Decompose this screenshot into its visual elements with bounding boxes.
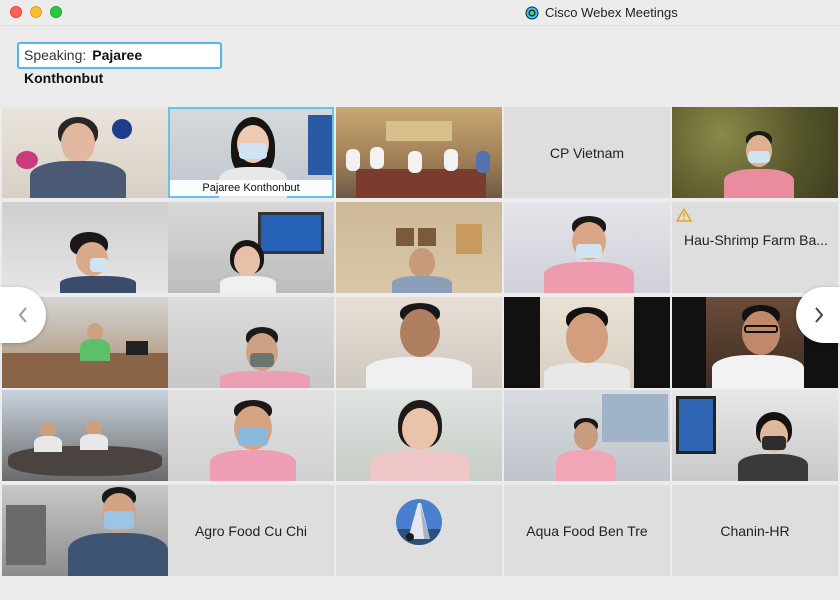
- participant-video: [220, 240, 276, 293]
- participant-video: [544, 216, 634, 293]
- participant-video: [724, 131, 794, 198]
- participant-tile[interactable]: [168, 390, 334, 481]
- participant-tile[interactable]: [672, 390, 838, 481]
- participant-tile[interactable]: [504, 202, 670, 293]
- participant-video: [60, 232, 136, 293]
- participant-video: [366, 400, 470, 481]
- minimize-window-button[interactable]: [30, 6, 42, 18]
- chevron-right-icon: [815, 307, 824, 323]
- participant-name: Aqua Food Ben Tre: [526, 522, 648, 539]
- participant-tile[interactable]: [672, 107, 838, 198]
- participant-tile[interactable]: [504, 390, 670, 481]
- participant-tile-active-speaker[interactable]: Pajaree Konthonbut: [168, 107, 334, 198]
- participant-tile[interactable]: [168, 202, 334, 293]
- speaking-indicator: Speaking: Pajaree Konthonbut: [17, 42, 222, 86]
- participant-video: [80, 420, 108, 450]
- participant-name: Agro Food Cu Chi: [194, 522, 308, 539]
- participant-name-caption: Pajaree Konthonbut: [170, 180, 332, 196]
- chevron-left-icon: [18, 307, 27, 323]
- app-title: Cisco Webex Meetings: [525, 5, 678, 20]
- participant-tile[interactable]: [504, 297, 670, 388]
- participant-tile[interactable]: Chanin-HR: [672, 485, 838, 576]
- webex-logo-icon: [525, 6, 539, 19]
- participant-name: Hau-Shrimp Farm Ba...: [684, 232, 828, 248]
- participant-video: [392, 248, 452, 293]
- participant-video: [68, 487, 168, 576]
- participant-tile[interactable]: [168, 297, 334, 388]
- participant-tile[interactable]: [2, 390, 168, 481]
- app-title-text: Cisco Webex Meetings: [545, 5, 678, 20]
- participant-tile[interactable]: [336, 390, 502, 481]
- maximize-window-button[interactable]: [50, 6, 62, 18]
- participant-name: CP Vietnam: [549, 144, 625, 161]
- participant-tile[interactable]: Hau-Shrimp Farm Ba...: [672, 202, 838, 293]
- participant-video: [712, 305, 804, 388]
- participant-tile[interactable]: [336, 107, 502, 198]
- speaking-label: Speaking:: [24, 47, 87, 63]
- participant-tile[interactable]: [336, 485, 502, 576]
- participant-tile[interactable]: [2, 202, 168, 293]
- participant-tile[interactable]: [336, 297, 502, 388]
- participant-video: [366, 303, 472, 388]
- participant-tile[interactable]: CP Vietnam: [504, 107, 670, 198]
- participant-tile[interactable]: Aqua Food Ben Tre: [504, 485, 670, 576]
- participant-tile[interactable]: Agro Food Cu Chi: [168, 485, 334, 576]
- window-titlebar: Cisco Webex Meetings: [0, 0, 840, 26]
- participant-video: [210, 400, 296, 481]
- warning-icon: [676, 208, 692, 222]
- participant-tile[interactable]: [2, 107, 168, 198]
- participant-video: [80, 323, 110, 361]
- participant-video: [738, 412, 808, 481]
- participant-tile[interactable]: [2, 485, 168, 576]
- participant-video: [556, 418, 616, 481]
- participant-video: [544, 307, 630, 388]
- participant-video: [220, 327, 310, 388]
- participant-avatar: [396, 499, 442, 545]
- participant-video: [34, 422, 62, 452]
- close-window-button[interactable]: [10, 6, 22, 18]
- participant-name: Chanin-HR: [720, 522, 790, 539]
- participant-tile[interactable]: [336, 202, 502, 293]
